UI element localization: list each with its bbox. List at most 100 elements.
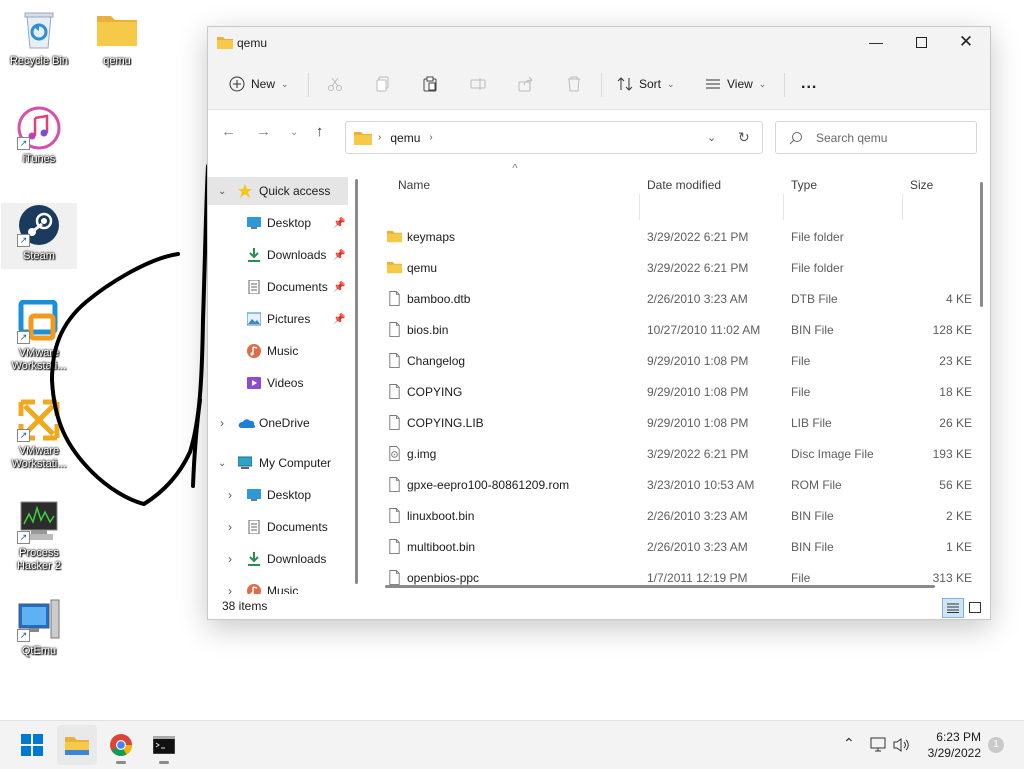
nav-my-computer[interactable]: ⌄ My Computer <box>208 449 348 477</box>
file-row[interactable]: gpxe-eepro100-80861209.rom 3/23/2010 10:5… <box>366 469 978 500</box>
nav-computer-downloads[interactable]: › Downloads <box>208 545 348 573</box>
shortcut-arrow-icon: ↗ <box>17 531 30 544</box>
title-bar[interactable]: qemu — ✕ <box>208 27 990 59</box>
view-button[interactable]: View ⌄ <box>705 59 766 109</box>
volume-icon[interactable] <box>893 737 911 753</box>
taskbar-file-explorer[interactable] <box>57 725 97 765</box>
system-clock[interactable]: 6:23 PM 3/29/2022 <box>928 729 981 761</box>
cut-button[interactable] <box>327 59 343 109</box>
column-divider[interactable] <box>783 194 784 220</box>
more-options-button[interactable]: ... <box>801 59 817 109</box>
file-row[interactable]: bios.bin 10/27/2010 11:02 AM BIN File 128 K… <box>366 314 978 345</box>
chevron-right-icon: › <box>220 416 224 430</box>
file-row[interactable]: keymaps 3/29/2022 6:21 PM File folder <box>366 221 978 252</box>
close-icon: ✕ <box>958 32 974 51</box>
chevron-down-icon: ⌄ <box>667 78 675 89</box>
desktop-icon <box>247 217 261 229</box>
nav-onedrive[interactable]: › OneDrive <box>208 409 348 437</box>
taskbar-terminal[interactable] <box>144 725 184 765</box>
chevron-down-icon: ⌄ <box>281 78 289 89</box>
column-divider[interactable] <box>902 194 903 220</box>
desktop-icon-itunes[interactable]: ↗ iTunes <box>1 106 77 166</box>
nav-quick-access[interactable]: ⌄ Quick access <box>208 177 348 205</box>
file-type: LIB File <box>791 416 832 430</box>
nav-item-desktop[interactable]: Desktop 📌 <box>208 209 348 237</box>
forward-arrow-icon[interactable]: → <box>256 123 271 140</box>
nav-computer-documents[interactable]: › Documents <box>208 513 348 541</box>
minimize-button[interactable]: — <box>853 27 899 57</box>
desktop-icon-vmware-1[interactable]: ↗ VMware Workstati... <box>1 299 77 373</box>
file-date-modified: 3/29/2022 6:21 PM <box>647 230 749 244</box>
desktop-icon-process-hacker[interactable]: ↗ Process Hacker 2 <box>1 500 77 573</box>
divider <box>784 73 785 97</box>
file-list-vertical-scrollbar[interactable] <box>980 182 983 307</box>
chevron-right-icon: › <box>228 584 232 594</box>
nav-pane-scrollbar[interactable] <box>355 179 358 584</box>
desktop-icon-recycle-bin[interactable]: Recycle Bin <box>1 8 77 68</box>
navigation-pane: ⌄ Quick access Desktop 📌 Downloads 📌 Doc… <box>208 164 356 594</box>
nav-item-videos[interactable]: Videos <box>208 369 348 397</box>
search-box[interactable]: Search qemu <box>775 121 977 154</box>
vmware-player-icon: ↗ <box>17 398 61 442</box>
file-icon <box>389 415 400 430</box>
nav-item-pictures[interactable]: Pictures 📌 <box>208 305 348 333</box>
file-list-horizontal-scrollbar[interactable] <box>385 585 935 588</box>
file-date-modified: 3/29/2022 6:21 PM <box>647 447 749 461</box>
nav-item-downloads[interactable]: Downloads 📌 <box>208 241 348 269</box>
nav-computer-music[interactable]: › Music <box>208 577 348 594</box>
copy-button[interactable] <box>375 59 391 109</box>
tiles-view-icon <box>969 601 981 613</box>
close-button[interactable]: ✕ <box>943 27 989 57</box>
file-size: 18 KE <box>939 385 972 399</box>
file-row[interactable]: openbios-ppc 1/7/2011 12:19 PM File 313 KE <box>366 562 978 593</box>
desktop-icon-qtemu[interactable]: ↗ QtEmu <box>1 598 77 658</box>
new-label: New <box>251 77 276 91</box>
address-bar[interactable]: › qemu › ⌄ ↻ <box>345 121 763 154</box>
back-arrow-icon[interactable]: ← <box>221 123 236 140</box>
network-icon[interactable] <box>869 737 887 753</box>
nav-label: Music <box>267 584 299 594</box>
file-row[interactable]: Changelog 9/29/2010 1:08 PM File 23 KE <box>366 345 978 376</box>
file-row[interactable]: g.img 3/29/2022 6:21 PM Disc Image File 193… <box>366 438 978 469</box>
file-type: BIN File <box>791 540 834 554</box>
rename-button[interactable] <box>470 59 486 109</box>
breadcrumb-qemu[interactable]: qemu <box>390 131 420 145</box>
address-dropdown-icon[interactable]: ⌄ <box>707 131 716 144</box>
paste-button[interactable] <box>422 59 438 109</box>
show-hidden-icons-chevron-icon[interactable]: ⌃ <box>843 735 855 752</box>
desktop-icon-steam[interactable]: ↗ Steam <box>1 203 77 269</box>
nav-item-documents[interactable]: Documents 📌 <box>208 273 348 301</box>
file-row[interactable]: multiboot.bin 2/26/2010 3:23 AM BIN File 1 … <box>366 531 978 562</box>
recycle-bin-icon <box>17 8 61 52</box>
file-row[interactable]: linuxboot.bin 2/26/2010 3:23 AM BIN File 2 … <box>366 500 978 531</box>
share-button[interactable] <box>518 59 534 109</box>
nav-item-music[interactable]: Music <box>208 337 348 365</box>
maximize-button[interactable] <box>898 27 944 57</box>
sort-button[interactable]: Sort ⌄ <box>617 59 675 109</box>
large-icons-view-button[interactable] <box>966 598 984 616</box>
recent-locations-chevron-icon[interactable]: ⌄ <box>290 127 298 138</box>
copy-icon <box>376 76 389 92</box>
file-row[interactable]: qemu 3/29/2022 6:21 PM File folder <box>366 252 978 283</box>
delete-button[interactable] <box>566 59 582 109</box>
desktop-icon-vmware-2[interactable]: ↗ VMware Workstati... <box>1 398 77 471</box>
column-divider[interactable] <box>639 194 640 220</box>
shortcut-arrow-icon: ↗ <box>17 629 30 642</box>
taskbar-chrome[interactable] <box>101 725 141 765</box>
file-name: linuxboot.bin <box>407 509 475 523</box>
file-date-modified: 9/29/2010 1:08 PM <box>647 354 749 368</box>
file-name: COPYING <box>407 385 463 399</box>
up-arrow-icon[interactable]: ↑ <box>316 123 324 140</box>
file-name: COPYING.LIB <box>407 416 484 430</box>
nav-computer-desktop[interactable]: › Desktop <box>208 481 348 509</box>
desktop-icon-qemu-folder[interactable]: qemu <box>79 8 155 68</box>
file-row[interactable]: COPYING 9/29/2010 1:08 PM File 18 KE <box>366 376 978 407</box>
file-row[interactable]: bamboo.dtb 2/26/2010 3:23 AM DTB File 4 KE <box>366 283 978 314</box>
notification-badge[interactable]: 1 <box>988 737 1004 753</box>
details-view-button[interactable] <box>942 598 964 618</box>
refresh-icon[interactable]: ↻ <box>738 129 750 146</box>
file-row[interactable]: COPYING.LIB 9/29/2010 1:08 PM LIB File 26 K… <box>366 407 978 438</box>
new-button[interactable]: New ⌄ <box>229 59 289 109</box>
start-button[interactable] <box>12 725 52 765</box>
desktop-icon <box>247 489 261 501</box>
